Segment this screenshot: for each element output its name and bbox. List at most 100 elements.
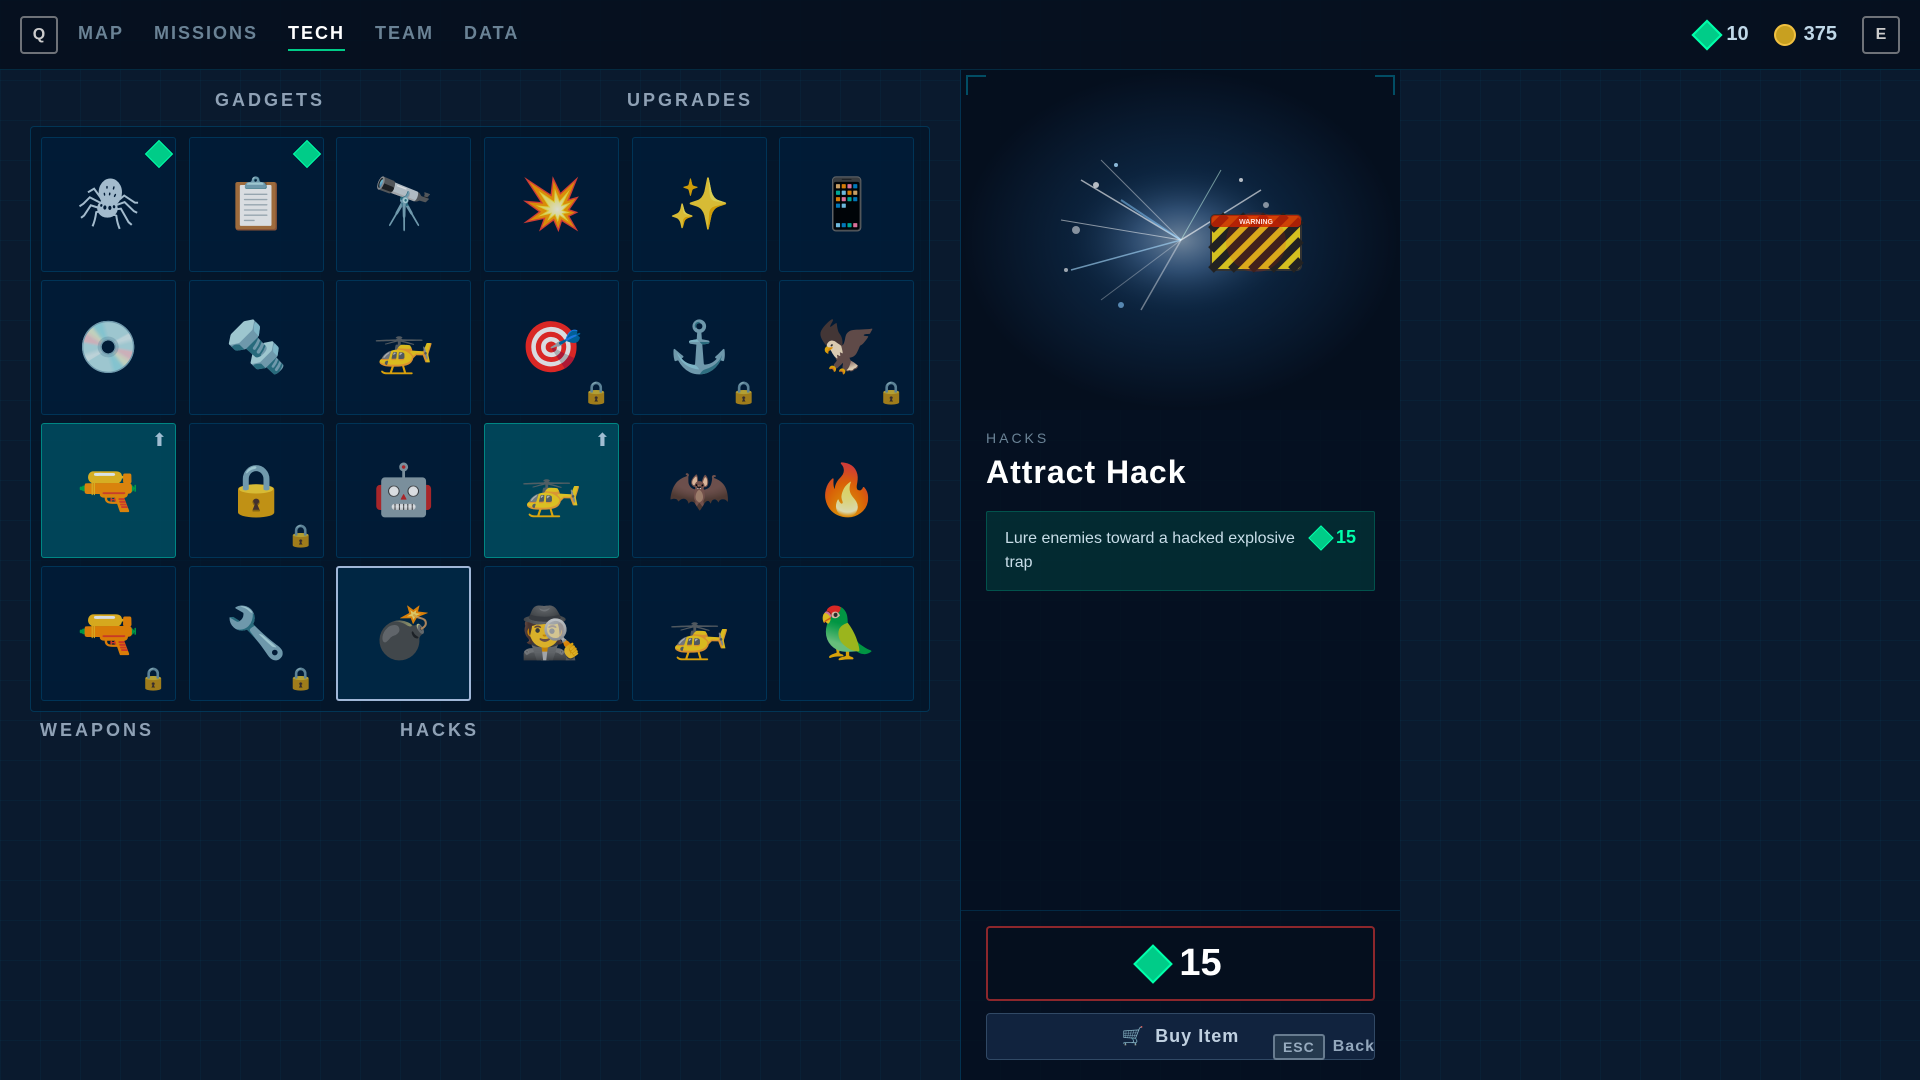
cell-icon-11: 🦅 [816, 318, 878, 377]
grid-panel: GADGETS UPGRADES 🕷📋🔭💥✨📱💿🔩🚁🎯🔒⚓🔒🦅🔒🔫⬆🔒🔒🤖🚁⬆🦇… [0, 70, 960, 1080]
upgrades-section-label: UPGRADES [450, 90, 930, 111]
cell-icon-21: 🕵 [520, 604, 582, 663]
grid-cell-17[interactable]: 🔥 [779, 423, 914, 558]
cell-lock-icon: 🔒 [140, 666, 167, 692]
corner-tr [1375, 75, 1395, 95]
grid-cell-8[interactable]: 🚁 [336, 280, 471, 415]
grid-cell-13[interactable]: 🔒🔒 [189, 423, 324, 558]
cell-icon-3: 💥 [520, 175, 582, 234]
coin-icon [1774, 24, 1796, 46]
grid-cell-16[interactable]: 🦇 [632, 423, 767, 558]
cell-icon-2: 🔭 [373, 175, 435, 234]
grid-cell-22[interactable]: 🚁 [632, 566, 767, 701]
cell-icon-19: 🔧 [225, 604, 287, 663]
item-preview-svg: WARNING [1021, 140, 1341, 340]
cell-icon-9: 🎯 [520, 318, 582, 377]
cell-icon-12: 🔫 [77, 461, 139, 520]
esc-key: ESC [1273, 1034, 1325, 1060]
coin-amount: 375 [1804, 23, 1837, 46]
cell-equipped-indicator [293, 140, 321, 168]
cost-diamond-icon [1308, 525, 1333, 550]
grid-cell-19[interactable]: 🔧🔒 [189, 566, 324, 701]
grid-cell-18[interactable]: 🔫🔒 [41, 566, 176, 701]
hacks-section-label: HACKS [400, 720, 920, 741]
cell-icon-1: 📋 [225, 175, 287, 234]
nav-missions[interactable]: MISSIONS [154, 18, 258, 51]
item-cost: 15 [1336, 527, 1356, 548]
cell-icon-8: 🚁 [373, 318, 435, 377]
cell-icon-13: 🔒 [225, 461, 287, 520]
grid-cell-20[interactable]: 💣 [336, 566, 471, 701]
grid-cell-15[interactable]: 🚁⬆ [484, 423, 619, 558]
diamond-currency: 10 [1696, 23, 1748, 46]
cell-icon-10: ⚓ [668, 318, 730, 377]
grid-cell-4[interactable]: ✨ [632, 137, 767, 272]
grid-cell-0[interactable]: 🕷 [41, 137, 176, 272]
grid-cell-1[interactable]: 📋 [189, 137, 324, 272]
item-category: HACKS [986, 430, 1375, 446]
cell-icon-15: 🚁 [520, 461, 582, 520]
buy-cost-display: 15 [986, 926, 1375, 1001]
item-description-box: Lure enemies toward a hacked explosive t… [986, 511, 1375, 591]
cell-icon-23: 🦜 [816, 604, 878, 663]
buy-diamond-icon [1134, 944, 1174, 984]
cell-lock-icon: 🔒 [878, 380, 905, 406]
coin-currency: 375 [1774, 23, 1837, 46]
grid-cell-21[interactable]: 🕵 [484, 566, 619, 701]
item-preview: WARNING [961, 70, 1400, 410]
grid-cell-14[interactable]: 🤖 [336, 423, 471, 558]
weapons-section-label: WEAPONS [40, 720, 400, 741]
diamond-amount: 10 [1726, 23, 1748, 46]
grid-cell-12[interactable]: 🔫⬆ [41, 423, 176, 558]
cell-lock-icon: 🔒 [287, 523, 314, 549]
item-name: Attract Hack [986, 454, 1375, 491]
grid-cell-2[interactable]: 🔭 [336, 137, 471, 272]
buy-cost-number: 15 [1179, 942, 1221, 985]
gadgets-section-label: GADGETS [90, 90, 450, 111]
nav-currency: 10 375 E [1696, 16, 1900, 54]
item-grid-wrapper: 🕷📋🔭💥✨📱💿🔩🚁🎯🔒⚓🔒🦅🔒🔫⬆🔒🔒🤖🚁⬆🦇🔥🔫🔒🔧🔒💣🕵🚁🦜 [30, 126, 930, 712]
buy-button-label: Buy Item [1155, 1026, 1239, 1047]
grid-cell-5[interactable]: 📱 [779, 137, 914, 272]
cell-icon-7: 🔩 [225, 318, 287, 377]
nav-team[interactable]: TEAM [375, 18, 434, 51]
top-navigation: Q MAP MISSIONS TECH TEAM DATA 10 375 E [0, 0, 1920, 70]
esc-back-button[interactable]: ESC Back [1273, 1034, 1375, 1060]
cell-lock-icon: 🔒 [287, 666, 314, 692]
cell-icon-17: 🔥 [816, 461, 878, 520]
buy-button-icon: 🛒 [1122, 1026, 1145, 1047]
grid-cell-7[interactable]: 🔩 [189, 280, 324, 415]
grid-cell-11[interactable]: 🦅🔒 [779, 280, 914, 415]
cell-icon-14: 🤖 [373, 461, 435, 520]
grid-cell-6[interactable]: 💿 [41, 280, 176, 415]
cell-icon-22: 🚁 [668, 604, 730, 663]
cell-icon-20: 💣 [373, 604, 435, 663]
nav-tech[interactable]: TECH [288, 18, 345, 51]
cell-icon-0: 🕷 [77, 175, 140, 234]
item-detail: HACKS Attract Hack Lure enemies toward a… [961, 410, 1400, 910]
main-content: GADGETS UPGRADES 🕷📋🔭💥✨📱💿🔩🚁🎯🔒⚓🔒🦅🔒🔫⬆🔒🔒🤖🚁⬆🦇… [0, 70, 1920, 1080]
cell-arrow-icon: ⬆ [152, 430, 167, 451]
nav-items: MAP MISSIONS TECH TEAM DATA [78, 18, 519, 51]
corner-tl [966, 75, 986, 95]
grid-cell-9[interactable]: 🎯🔒 [484, 280, 619, 415]
cell-equipped-indicator [145, 140, 173, 168]
cell-icon-6: 💿 [77, 318, 139, 377]
nav-map[interactable]: MAP [78, 18, 124, 51]
preview-image: WARNING [1021, 130, 1341, 350]
grid-cell-3[interactable]: 💥 [484, 137, 619, 272]
diamond-icon [1692, 19, 1723, 50]
nav-key-e[interactable]: E [1862, 16, 1900, 54]
item-grid: 🕷📋🔭💥✨📱💿🔩🚁🎯🔒⚓🔒🦅🔒🔫⬆🔒🔒🤖🚁⬆🦇🔥🔫🔒🔧🔒💣🕵🚁🦜 [30, 126, 930, 712]
section-headers: GADGETS UPGRADES [30, 90, 930, 111]
cell-arrow-icon: ⬆ [595, 430, 610, 451]
right-panel: WARNING HACKS Attract Hack Lure enemies … [960, 70, 1400, 1080]
cell-lock-icon: 🔒 [583, 380, 610, 406]
cell-icon-5: 📱 [816, 175, 878, 234]
nav-data[interactable]: DATA [464, 18, 519, 51]
cell-lock-icon: 🔒 [730, 380, 757, 406]
back-label: Back [1333, 1038, 1375, 1056]
nav-key-q[interactable]: Q [20, 16, 58, 54]
grid-cell-10[interactable]: ⚓🔒 [632, 280, 767, 415]
grid-cell-23[interactable]: 🦜 [779, 566, 914, 701]
